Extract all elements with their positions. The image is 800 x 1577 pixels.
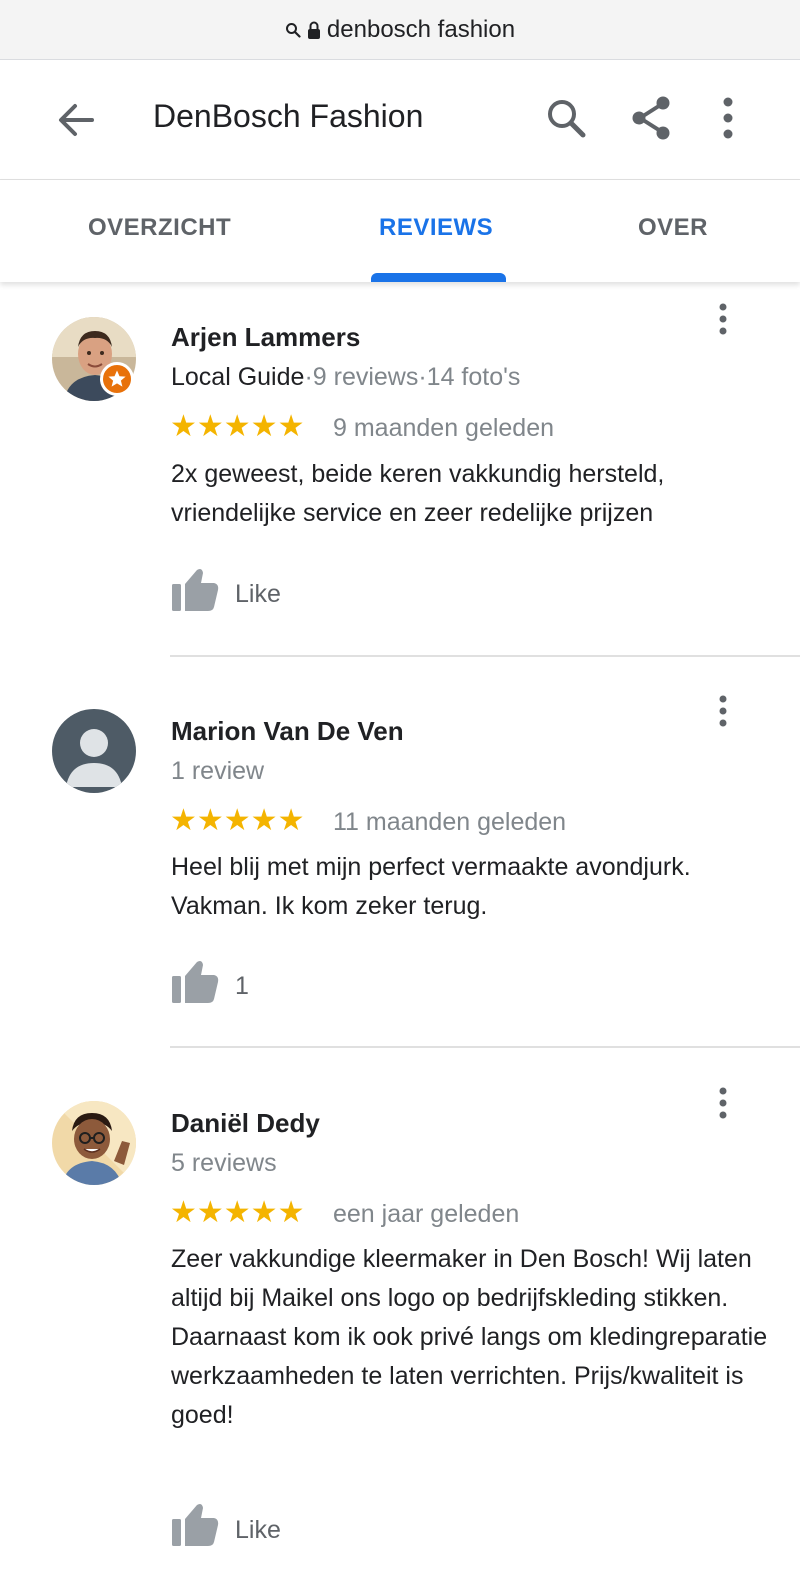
thumbs-up-icon[interactable] — [170, 1502, 220, 1548]
reviewer-stats: 1 review — [171, 757, 265, 785]
thumbs-up-icon[interactable] — [170, 567, 220, 613]
review-item: Daniël Dedy 5 reviews ★★★★★ een jaar gel… — [0, 1068, 800, 1577]
like-count[interactable]: 1 — [235, 972, 249, 1001]
review-text: 2x geweest, beide keren vakkundig herste… — [171, 460, 665, 527]
review-date: 11 maanden geleden — [333, 808, 567, 836]
reviewer-name[interactable]: Arjen Lammers — [171, 322, 360, 353]
tab-reviews[interactable]: REVIEWS — [379, 214, 493, 242]
review-item: Arjen Lammers Local Guide·9 reviews·14 f… — [0, 282, 800, 658]
divider — [170, 655, 800, 657]
active-tab-indicator — [371, 273, 506, 282]
like-label[interactable]: Like — [235, 1516, 281, 1545]
reviewer-stats: 5 reviews — [171, 1149, 277, 1177]
review-text: Zeer vakkundige kleermaker in Den Bosch!… — [171, 1245, 768, 1429]
avatar[interactable] — [52, 709, 136, 793]
local-guide-badge-icon — [100, 362, 134, 396]
app-bar: DenBosch Fashion — [0, 60, 800, 180]
tab-bar: OVERZICHT REVIEWS OVER — [0, 180, 800, 282]
more-vert-icon[interactable] — [712, 1086, 734, 1120]
browser-url-bar[interactable]: denbosch fashion — [0, 0, 800, 60]
share-icon[interactable] — [628, 94, 676, 142]
thumbs-up-icon[interactable] — [170, 959, 220, 1005]
more-vert-icon[interactable] — [716, 94, 748, 142]
local-guide-label: Local Guide — [171, 363, 305, 391]
review-item: Marion Van De Ven 1 review ★★★★★ 11 maan… — [0, 676, 800, 1052]
search-icon — [285, 22, 301, 38]
divider — [170, 1046, 800, 1048]
page-title: DenBosch Fashion — [153, 98, 424, 134]
review-date: 9 maanden geleden — [333, 414, 555, 442]
avatar[interactable] — [52, 1101, 136, 1185]
url-display[interactable]: denbosch fashion — [285, 16, 515, 44]
tab-overzicht[interactable]: OVERZICHT — [88, 214, 231, 242]
more-vert-icon[interactable] — [712, 302, 734, 336]
reviewer-counts: ·9 reviews·14 foto's — [304, 363, 521, 391]
review-date: een jaar geleden — [333, 1200, 520, 1228]
lock-icon — [307, 20, 321, 40]
reviewer-name[interactable]: Daniël Dedy — [171, 1108, 320, 1139]
star-rating: ★★★★★ — [170, 410, 305, 443]
like-label[interactable]: Like — [235, 580, 281, 609]
url-text: denbosch fashion — [326, 15, 516, 43]
star-rating: ★★★★★ — [170, 1196, 305, 1229]
more-vert-icon[interactable] — [712, 694, 734, 728]
star-rating: ★★★★★ — [170, 804, 305, 837]
tab-over[interactable]: OVER — [638, 214, 708, 242]
review-text: Heel blij met mijn perfect vermaakte avo… — [171, 853, 691, 920]
search-icon[interactable] — [542, 94, 590, 142]
reviewer-name[interactable]: Marion Van De Ven — [171, 716, 404, 747]
reviewer-stats: Local Guide·9 reviews·14 foto's — [171, 363, 520, 392]
back-arrow-icon[interactable] — [52, 96, 100, 144]
